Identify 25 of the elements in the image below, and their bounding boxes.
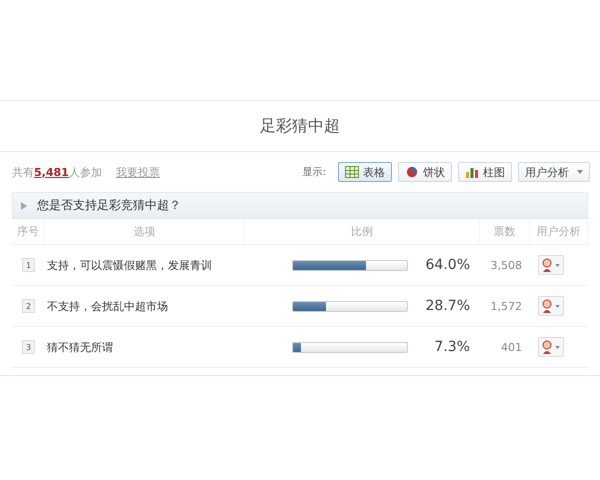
row-number: 1 [22,258,35,272]
question-text: 您是否支持足彩竞猜中超？ [37,197,181,214]
column-header: 票数 [480,219,530,245]
analysis-dropdown[interactable]: 用户分析 [518,162,590,182]
column-header: 选项 [45,219,245,245]
view-button[interactable]: 表格 [338,162,392,182]
vote-count: 401 [501,340,522,354]
participants-text: 共有5,481人参加 [12,164,102,180]
column-header: 序号 [12,219,45,245]
row-number: 3 [22,340,35,354]
vote-count: 3,508 [490,258,522,272]
poll-title: 足彩猜中超 [0,101,600,152]
option-text: 不支持，会扰乱中超市场 [47,298,168,314]
percentage-text: 64.0% [426,257,470,273]
vote-count: 1,572 [490,300,522,312]
column-header: 比例 [245,219,480,245]
view-button[interactable]: 饼状 [398,162,452,182]
option-text: 支持，可以震慑假赌黑，发展青训 [47,258,212,272]
percentage-text: 28.7% [426,298,470,314]
display-label: 显示: [302,166,326,179]
view-button[interactable]: 柱图 [458,162,512,182]
column-header: 用户分析 [530,219,588,245]
percentage-text: 7.3% [434,339,470,355]
option-text: 猜不猜无所谓 [47,340,113,354]
row-number: 2 [22,299,35,313]
